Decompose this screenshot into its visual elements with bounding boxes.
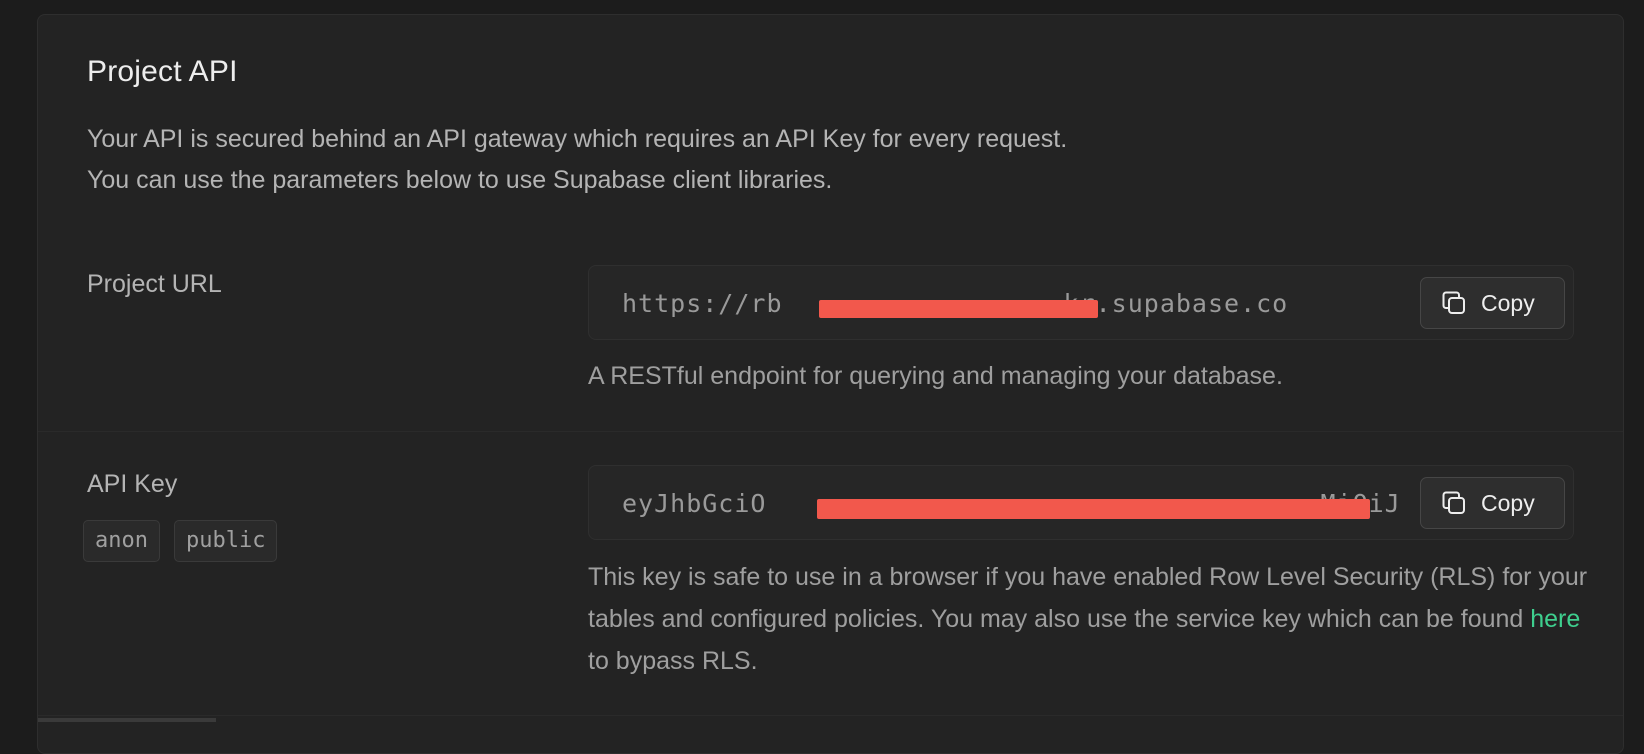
section-divider [38,431,1623,432]
description-line-1: Your API is secured behind an API gatewa… [87,125,1068,153]
api-key-prefix: eyJhbGciO [622,489,767,518]
copy-icon [1441,490,1467,516]
project-url-field[interactable]: https://rb kr.supabase.co Copy [588,265,1574,340]
project-url-help: A RESTful endpoint for querying and mana… [588,362,1283,390]
panel-header: Project API Your API is secured behind a… [87,55,1567,201]
tag-public: public [173,520,278,562]
project-url-label: Project URL [87,270,222,298]
copy-key-button[interactable]: Copy [1420,477,1565,529]
api-key-help: This key is safe to use in a browser if … [588,556,1588,682]
project-api-panel: Project API Your API is secured behind a… [37,14,1624,754]
api-key-help-text-end: to bypass RLS. [588,647,758,675]
api-key-help-text: This key is safe to use in a browser if … [588,563,1588,633]
redaction-bar [817,499,1370,519]
redaction-bar [819,300,1098,318]
copy-url-button[interactable]: Copy [1420,277,1565,329]
section-divider [38,715,1623,716]
copy-icon [1441,290,1467,316]
copy-button-label: Copy [1481,489,1535,516]
api-key-label: API Key [87,470,178,498]
copy-button-label: Copy [1481,289,1535,316]
scroll-edge [38,718,216,722]
section-description: Your API is secured behind an API gatewa… [87,119,1567,201]
api-key-tags: anon public [83,520,278,562]
project-url-prefix: https://rb [622,289,783,318]
service-key-link[interactable]: here [1530,605,1580,633]
page-title: Project API [87,55,238,88]
api-key-field[interactable]: eyJhbGciOMiOiJ Copy [588,465,1574,540]
tag-anon: anon [83,520,160,562]
description-line-2: You can use the parameters below to use … [87,166,833,194]
